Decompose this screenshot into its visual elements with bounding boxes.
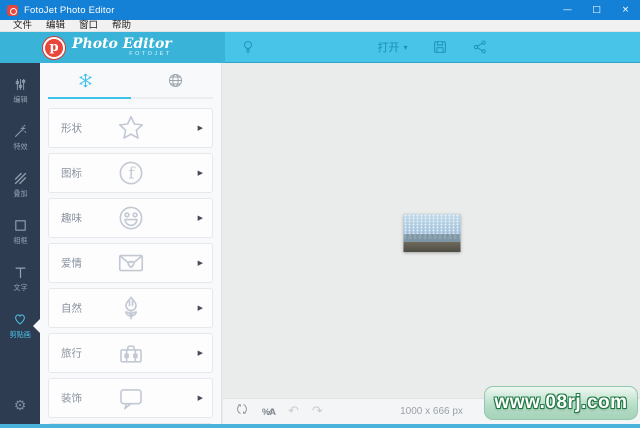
tab-online[interactable] bbox=[131, 63, 222, 97]
clipart-panel: 形状 ▶ 图标 f ▶ 趣味 ▶ 爱情 ▶ 自然 ▶ 旅行 ▶ 装饰 ▶ bbox=[40, 63, 222, 424]
window-bottom-border bbox=[0, 424, 640, 428]
minimize-button[interactable]: — bbox=[553, 0, 582, 20]
chevron-right-icon: ▶ bbox=[197, 259, 203, 267]
category-item-nature[interactable]: 自然 ▶ bbox=[48, 288, 213, 328]
category-label: 自然 bbox=[61, 302, 82, 315]
speech-bubble-icon bbox=[119, 389, 142, 410]
sidebar-item-effects[interactable]: 特效 bbox=[0, 114, 40, 161]
share-icon bbox=[473, 40, 486, 54]
window-title: FotoJet Photo Editor bbox=[24, 4, 115, 16]
chevron-right-icon: ▶ bbox=[197, 169, 203, 177]
sidebar-item-label: 文字 bbox=[12, 282, 28, 292]
text-icon bbox=[15, 267, 25, 278]
app-icon bbox=[7, 4, 18, 16]
sidebar-item-clipart[interactable]: 剪贴画 bbox=[0, 302, 40, 349]
smiley-icon bbox=[119, 206, 142, 230]
love-letter-icon bbox=[118, 254, 143, 272]
frame-icon bbox=[14, 219, 26, 231]
gear-icon: ⚙ bbox=[13, 398, 27, 414]
category-label: 装饰 bbox=[61, 392, 82, 405]
category-list: 形状 ▶ 图标 f ▶ 趣味 ▶ 爱情 ▶ 自然 ▶ 旅行 ▶ 装饰 ▶ bbox=[40, 99, 221, 424]
category-label: 形状 bbox=[61, 122, 82, 135]
menu-item-edit[interactable]: 编辑 bbox=[39, 20, 72, 32]
sidebar-item-label: 剪贴画 bbox=[9, 330, 31, 339]
heart-icon bbox=[15, 314, 25, 325]
chevron-right-icon: ▶ bbox=[197, 214, 203, 222]
app-window: FotoJet Photo Editor — □ × 文件 编辑 窗口 帮助 p… bbox=[0, 0, 640, 428]
suitcase-icon bbox=[119, 345, 142, 363]
top-toolbar: 打开 ▾ bbox=[225, 32, 640, 63]
star-icon bbox=[118, 115, 143, 139]
active-panel-notch bbox=[33, 318, 40, 333]
snowflake-icon bbox=[79, 73, 92, 87]
maximize-button[interactable]: □ bbox=[582, 0, 611, 20]
flower-icon bbox=[124, 296, 137, 320]
sidebar-item-text[interactable]: 文字 bbox=[0, 255, 40, 302]
photo-editor-wordmark: Photo Editor FOTOJET bbox=[72, 37, 172, 58]
category-item-love[interactable]: 爱情 ▶ bbox=[48, 243, 213, 283]
fotojet-logo-icon: p bbox=[43, 36, 65, 59]
brand-subtitle: FOTOJET bbox=[129, 51, 172, 58]
tab-indicator bbox=[48, 97, 213, 99]
save-icon bbox=[433, 41, 446, 53]
watermark: www.08rj.com bbox=[484, 386, 638, 420]
globe-icon bbox=[169, 73, 183, 87]
window-titlebar: FotoJet Photo Editor — □ × bbox=[0, 0, 640, 20]
category-item-travel[interactable]: 旅行 ▶ bbox=[48, 333, 213, 373]
tab-cliparts[interactable] bbox=[40, 63, 131, 97]
chevron-right-icon: ▶ bbox=[197, 124, 203, 132]
sliders-icon bbox=[15, 78, 25, 90]
sidebar: 编辑 特效 叠加 相框 文字 剪贴画 ⚙ bbox=[0, 63, 40, 424]
chevron-right-icon: ▶ bbox=[197, 304, 203, 312]
sidebar-item-label: 相框 bbox=[12, 235, 28, 245]
sidebar-item-edit[interactable]: 编辑 bbox=[0, 67, 40, 114]
category-label: 爱情 bbox=[61, 257, 82, 270]
menu-item-window[interactable]: 窗口 bbox=[72, 20, 105, 32]
share-button[interactable] bbox=[472, 39, 488, 55]
brand-name: Photo Editor bbox=[72, 36, 172, 53]
magic-wand-icon bbox=[14, 124, 26, 137]
chevron-right-icon: ▶ bbox=[197, 394, 203, 402]
settings-button[interactable]: ⚙ bbox=[0, 398, 40, 414]
category-label: 旅行 bbox=[61, 347, 82, 360]
svg-text:f: f bbox=[128, 164, 135, 183]
sidebar-item-frame[interactable]: 相框 bbox=[0, 208, 40, 255]
category-item-shapes[interactable]: 形状 ▶ bbox=[48, 108, 213, 148]
image-sky bbox=[403, 214, 460, 234]
facebook-icon: f bbox=[119, 161, 142, 185]
open-label: 打开 bbox=[377, 42, 400, 54]
save-button[interactable] bbox=[432, 39, 448, 55]
sidebar-item-label: 编辑 bbox=[12, 94, 28, 104]
canvas-area[interactable]: %⁄A ↶ ↷ 1000 x 666 px bbox=[223, 63, 640, 424]
open-button[interactable]: 打开 ▾ bbox=[377, 39, 407, 55]
sidebar-item-label: 特效 bbox=[12, 141, 28, 151]
menu-item-file[interactable]: 文件 bbox=[6, 20, 39, 32]
category-item-fun[interactable]: 趣味 ▶ bbox=[48, 198, 213, 238]
category-item-icons[interactable]: 图标 f ▶ bbox=[48, 153, 213, 193]
brand-bar: p Photo Editor FOTOJET bbox=[0, 32, 225, 63]
chevron-right-icon: ▶ bbox=[197, 349, 203, 357]
panel-tabs bbox=[40, 63, 221, 97]
sidebar-item-label: 叠加 bbox=[12, 188, 28, 198]
category-item-decoration[interactable]: 装饰 ▶ bbox=[48, 378, 213, 418]
category-label: 趣味 bbox=[61, 212, 82, 225]
canvas-image[interactable] bbox=[403, 214, 460, 252]
menu-item-help[interactable]: 帮助 bbox=[105, 20, 138, 32]
caret-down-icon: ▾ bbox=[403, 42, 408, 52]
close-button[interactable]: × bbox=[611, 0, 640, 20]
menu-bar: 文件 编辑 窗口 帮助 bbox=[0, 20, 640, 32]
overlay-icon bbox=[14, 172, 26, 184]
image-ground bbox=[403, 242, 460, 252]
category-label: 图标 bbox=[61, 167, 82, 180]
sidebar-item-overlay[interactable]: 叠加 bbox=[0, 161, 40, 208]
